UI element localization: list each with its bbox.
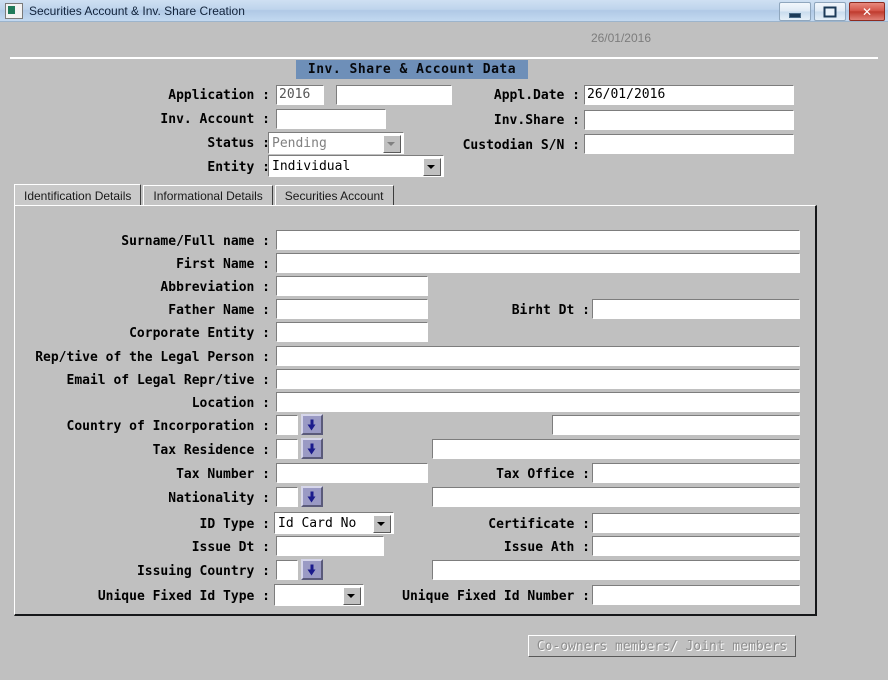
inv-account-field[interactable] (276, 109, 386, 129)
window-controls: ✕ (779, 2, 885, 21)
header-date: 26/01/2016 (590, 31, 651, 45)
label-inv-account: Inv. Account : (160, 112, 270, 127)
download-arrow-icon (307, 491, 317, 502)
id-type-value: Id Card No (278, 516, 357, 531)
coowners-members-button[interactable]: Co-owners members/ Joint members (528, 635, 796, 657)
chevron-down-icon (373, 515, 391, 533)
label-tax-residence: Tax Residence : (152, 443, 270, 458)
label-nationality: Nationality : (168, 491, 270, 506)
certificate-field[interactable] (592, 513, 800, 533)
issue-dt-field[interactable] (276, 536, 384, 556)
father-name-field[interactable] (276, 299, 428, 319)
tax-residence-code-field[interactable] (276, 439, 298, 459)
tab-label: Informational Details (153, 189, 263, 203)
entity-dropdown[interactable]: Individual (268, 155, 444, 177)
tab-strip: Identification Details Informational Det… (14, 184, 396, 206)
country-incorporation-lookup-button[interactable] (301, 414, 323, 435)
close-button[interactable]: ✕ (849, 2, 885, 21)
label-surname: Surname/Full name : (121, 234, 270, 249)
form-title: Inv. Share & Account Data (307, 62, 517, 77)
corporate-entity-field[interactable] (276, 322, 428, 342)
unique-fixed-id-number-field[interactable] (592, 585, 800, 605)
application-year-field[interactable]: 2016 (276, 85, 324, 105)
download-arrow-icon (307, 443, 317, 454)
label-location: Location : (191, 396, 270, 411)
label-certificate: Certificate : (488, 517, 590, 532)
label-inv-share: Inv.Share : (493, 113, 580, 128)
location-field[interactable] (276, 392, 800, 412)
label-corporate-entity: Corporate Entity : (129, 326, 270, 341)
surname-field[interactable] (276, 230, 800, 250)
coowners-members-label: Co-owners members/ Joint members (536, 638, 788, 654)
app-icon (5, 2, 23, 19)
label-first-name: First Name : (176, 257, 270, 272)
nationality-name-field[interactable] (432, 487, 800, 507)
inv-share-field[interactable] (584, 110, 794, 130)
entity-value: Individual (272, 159, 351, 174)
form-title-band: Inv. Share & Account Data (296, 60, 528, 79)
country-incorporation-name-field[interactable] (552, 415, 800, 435)
issue-ath-field[interactable] (592, 536, 800, 556)
custodian-sn-field[interactable] (584, 134, 794, 154)
status-dropdown[interactable]: Pending (268, 132, 404, 154)
label-id-type: ID Type : (199, 517, 270, 532)
title-bar: Securities Account & Inv. Share Creation… (0, 0, 888, 22)
close-icon: ✕ (861, 4, 873, 19)
label-father-name: Father Name : (168, 303, 270, 318)
label-unique-fixed-id-type: Unique Fixed Id Type : (97, 589, 270, 604)
label-appl-date: Appl.Date : (493, 88, 580, 103)
tab-label: Securities Account (284, 189, 384, 203)
rep-legal-person-field[interactable] (276, 346, 800, 366)
tax-office-field[interactable] (592, 463, 800, 483)
chevron-down-icon (343, 587, 361, 605)
label-status: Status : (207, 136, 270, 151)
tax-number-field[interactable] (276, 463, 428, 483)
issuing-country-lookup-button[interactable] (301, 559, 323, 580)
download-arrow-icon (307, 419, 317, 430)
label-issue-dt: Issue Dt : (191, 540, 270, 555)
country-incorporation-code-field[interactable] (276, 415, 298, 435)
minimize-button[interactable] (779, 2, 811, 21)
label-issue-ath: Issue Ath : (503, 540, 590, 555)
label-unique-fixed-id-number: Unique Fixed Id Number : (402, 589, 590, 604)
issuing-country-code-field[interactable] (276, 560, 298, 580)
label-rep-legal-person: Rep/tive of the Legal Person : (35, 350, 270, 365)
tab-identification-details[interactable]: Identification Details (14, 184, 142, 206)
label-application: Application : (168, 88, 270, 103)
label-birth-dt: Birht Dt : (511, 303, 590, 318)
tab-informational-details[interactable]: Informational Details (143, 185, 273, 206)
header-divider (10, 57, 878, 59)
abbreviation-field[interactable] (276, 276, 428, 296)
issuing-country-name-field[interactable] (432, 560, 800, 580)
maximize-icon (823, 6, 837, 17)
window-title: Securities Account & Inv. Share Creation (29, 3, 245, 18)
label-custodian-sn: Custodian S/N : (462, 138, 580, 153)
id-type-dropdown[interactable]: Id Card No (274, 512, 394, 534)
first-name-field[interactable] (276, 253, 800, 273)
tax-residence-name-field[interactable] (432, 439, 800, 459)
application-window: Securities Account & Inv. Share Creation… (0, 0, 888, 680)
tab-securities-account[interactable]: Securities Account (274, 185, 394, 206)
header-strip: 26/01/2016 (0, 22, 888, 57)
email-legal-rep-field[interactable] (276, 369, 800, 389)
label-email-legal-rep: Email of Legal Repr/tive : (66, 373, 271, 388)
label-tax-number: Tax Number : (176, 467, 270, 482)
minimize-icon (789, 12, 801, 18)
maximize-button[interactable] (814, 2, 846, 21)
chevron-down-icon (423, 158, 441, 176)
status-value: Pending (272, 136, 327, 151)
label-abbreviation: Abbreviation : (160, 280, 270, 295)
tab-label: Identification Details (24, 188, 132, 203)
birth-dt-field[interactable] (592, 299, 800, 319)
appl-date-field[interactable]: 26/01/2016 (584, 85, 794, 105)
label-tax-office: Tax Office : (496, 467, 590, 482)
download-arrow-icon (307, 564, 317, 575)
label-country-incorporation: Country of Incorporation : (66, 419, 271, 434)
label-entity: Entity : (207, 160, 270, 175)
nationality-lookup-button[interactable] (301, 486, 323, 507)
tax-residence-lookup-button[interactable] (301, 438, 323, 459)
label-issuing-country: Issuing Country : (136, 564, 270, 579)
nationality-code-field[interactable] (276, 487, 298, 507)
unique-fixed-id-type-dropdown[interactable] (274, 584, 364, 606)
